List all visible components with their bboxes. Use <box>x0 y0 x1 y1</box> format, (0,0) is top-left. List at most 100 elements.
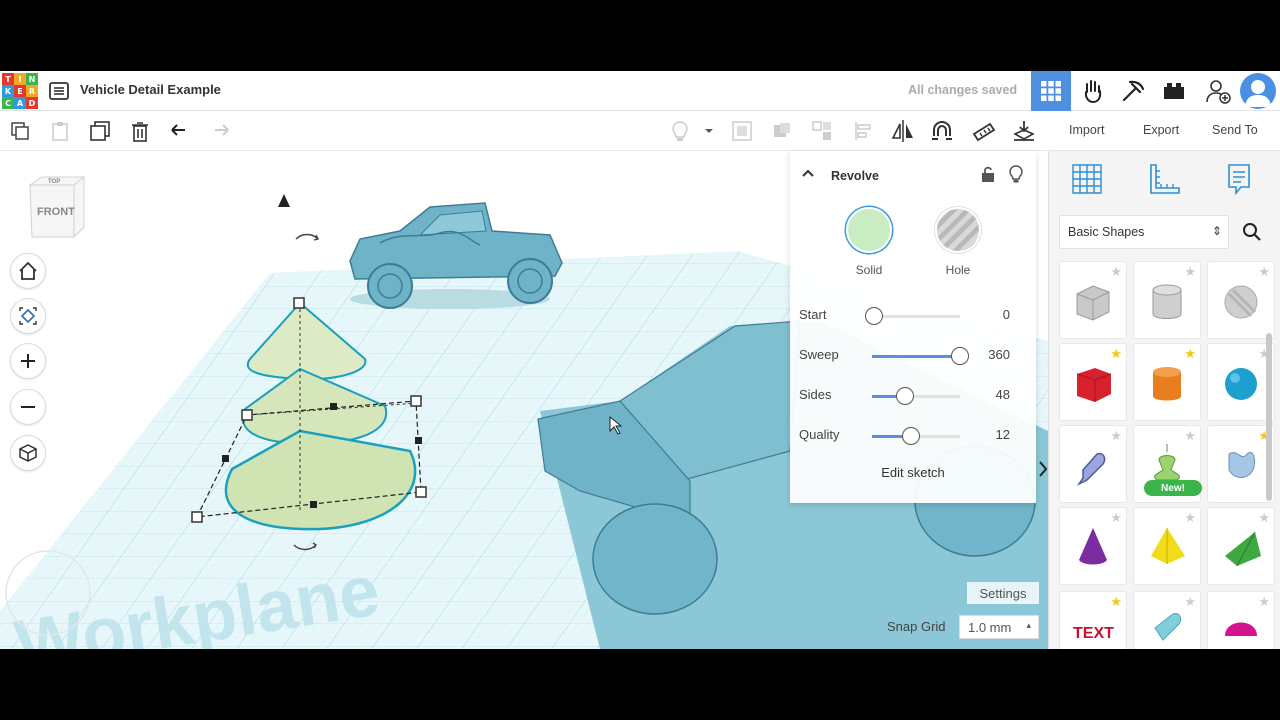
slider-fill <box>872 355 960 358</box>
note-button[interactable] <box>666 117 694 145</box>
favorite-star-icon[interactable]: ★ <box>1184 511 1196 524</box>
zoom-in-button[interactable] <box>10 343 46 379</box>
favorite-star-icon[interactable]: ★ <box>1110 347 1122 360</box>
favorite-star-icon[interactable]: ★ <box>1184 347 1196 360</box>
lock-button[interactable] <box>980 165 996 188</box>
chevron-up-icon <box>802 169 814 177</box>
shape-tile-sphere-hole[interactable]: ★ <box>1207 261 1275 339</box>
favorite-star-icon[interactable]: ★ <box>1184 595 1196 608</box>
group-button[interactable] <box>728 117 756 145</box>
shape-tile-sphere[interactable]: ★ <box>1207 343 1275 421</box>
shape-tile-box[interactable]: ★ <box>1059 343 1127 421</box>
design-title[interactable]: Vehicle Detail Example <box>80 82 221 97</box>
cone-icon <box>1079 528 1107 565</box>
shape-tile-cylinder[interactable]: ★ <box>1133 343 1201 421</box>
import-button[interactable]: Import <box>1069 123 1104 137</box>
shape-tile-tube[interactable]: ★ <box>1133 591 1201 649</box>
delete-button[interactable] <box>126 117 154 145</box>
shape-tile-pyramid[interactable]: ★ <box>1133 507 1201 585</box>
favorite-star-icon[interactable]: ★ <box>1110 511 1122 524</box>
tinker-button[interactable] <box>1073 71 1113 111</box>
param-slider[interactable] <box>872 347 969 365</box>
viewcube-front-label: FRONT <box>37 206 75 218</box>
hole-swatch[interactable] <box>935 207 981 253</box>
shape-tile-revolve[interactable]: ★ New! <box>1133 425 1202 503</box>
param-value[interactable]: 48 <box>970 387 1010 402</box>
send-to-button[interactable]: Send To <box>1212 123 1258 137</box>
shape-tile-scribble[interactable]: ★ <box>1059 425 1127 503</box>
panel-scrollbar[interactable] <box>1266 333 1272 501</box>
cruise-button[interactable] <box>928 117 956 145</box>
param-value[interactable]: 360 <box>970 347 1010 362</box>
snap-grid-select[interactable]: 1.0 mm <box>959 615 1039 639</box>
drop-button[interactable] <box>1010 117 1038 145</box>
param-value[interactable]: 0 <box>970 307 1010 322</box>
favorite-star-icon[interactable]: ★ <box>1258 595 1270 608</box>
undo-button[interactable] <box>166 117 194 145</box>
projection-button[interactable] <box>10 435 46 471</box>
favorite-star-icon[interactable]: ★ <box>1110 429 1122 442</box>
shape-library-select[interactable]: Basic Shapes <box>1059 215 1229 249</box>
pickup-truck-model[interactable] <box>349 202 563 309</box>
logo-letter: T <box>2 73 14 85</box>
home-view-button[interactable] <box>10 253 46 289</box>
mirror-button[interactable] <box>889 117 917 145</box>
edit-sketch-button[interactable]: Edit sketch <box>790 465 1036 480</box>
workplane-tab[interactable] <box>1067 159 1107 199</box>
param-slider[interactable] <box>865 307 960 325</box>
top-header: TINKERCAD Vehicle Detail Example All cha… <box>0 71 1280 111</box>
fit-view-button[interactable] <box>10 298 46 334</box>
shape-tile-wedge[interactable]: ★ <box>1207 507 1275 585</box>
chevron-right-icon <box>1039 461 1048 477</box>
shape-tile-shape-generator[interactable]: ★ <box>1207 425 1275 503</box>
shape-tile-cone[interactable]: ★ <box>1059 507 1127 585</box>
bricks-button[interactable] <box>1154 71 1194 111</box>
shape-tile-text[interactable]: TEXT ★ <box>1059 591 1127 649</box>
ungroup-button[interactable] <box>768 117 796 145</box>
tinkercad-logo[interactable]: TINKERCAD <box>2 73 38 109</box>
align-button[interactable] <box>850 117 878 145</box>
solid-color-swatch[interactable] <box>846 207 892 253</box>
shape-tile-cylinder-hole[interactable]: ★ <box>1133 261 1201 339</box>
logo-letter: E <box>14 85 26 97</box>
view-cube[interactable]: TOP FRONT <box>28 175 88 246</box>
3d-design-view-button[interactable] <box>1031 71 1071 111</box>
invite-button[interactable] <box>1198 71 1238 111</box>
shape-tile-half-sphere[interactable]: ★ <box>1207 591 1275 649</box>
slider-knob[interactable] <box>951 347 969 365</box>
design-list-icon[interactable] <box>48 80 70 102</box>
slider-knob[interactable] <box>901 427 920 445</box>
export-button[interactable]: Export <box>1143 123 1179 137</box>
zoom-out-button[interactable] <box>10 389 46 425</box>
notes-tab[interactable] <box>1219 159 1259 199</box>
visibility-button[interactable] <box>1008 164 1024 189</box>
copy-button[interactable] <box>6 117 34 145</box>
ruler-button[interactable] <box>970 117 998 145</box>
cylinder-hole-icon <box>1152 284 1182 319</box>
param-slider[interactable] <box>872 427 960 445</box>
avatar[interactable] <box>1240 73 1276 109</box>
param-value[interactable]: 12 <box>970 427 1010 442</box>
user-avatar-icon <box>1245 80 1271 107</box>
shape-tile-box-hole[interactable]: ★ <box>1059 261 1127 339</box>
slider-knob[interactable] <box>896 387 915 405</box>
note-menu-button[interactable] <box>696 117 722 145</box>
redo-button[interactable] <box>206 117 234 145</box>
add-user-icon <box>1206 80 1231 104</box>
favorite-star-icon[interactable]: ★ <box>1258 511 1270 524</box>
favorite-star-icon[interactable]: ★ <box>1110 595 1122 608</box>
duplicate-button[interactable] <box>86 117 114 145</box>
search-shapes-button[interactable] <box>1237 215 1267 249</box>
slider-knob[interactable] <box>865 307 883 325</box>
ruler-tab[interactable] <box>1143 159 1183 199</box>
build-button[interactable] <box>1113 71 1153 111</box>
favorite-star-icon[interactable]: ★ <box>1258 265 1270 278</box>
favorite-star-icon[interactable]: ★ <box>1184 265 1196 278</box>
paste-button[interactable] <box>46 117 74 145</box>
settings-button[interactable]: Settings <box>967 582 1039 604</box>
favorite-star-icon[interactable]: ★ <box>1110 265 1122 278</box>
collapse-inspector-button[interactable] <box>800 165 820 185</box>
combine-button[interactable] <box>808 117 836 145</box>
param-slider[interactable] <box>872 387 960 405</box>
favorite-star-icon[interactable]: ★ <box>1184 429 1196 442</box>
